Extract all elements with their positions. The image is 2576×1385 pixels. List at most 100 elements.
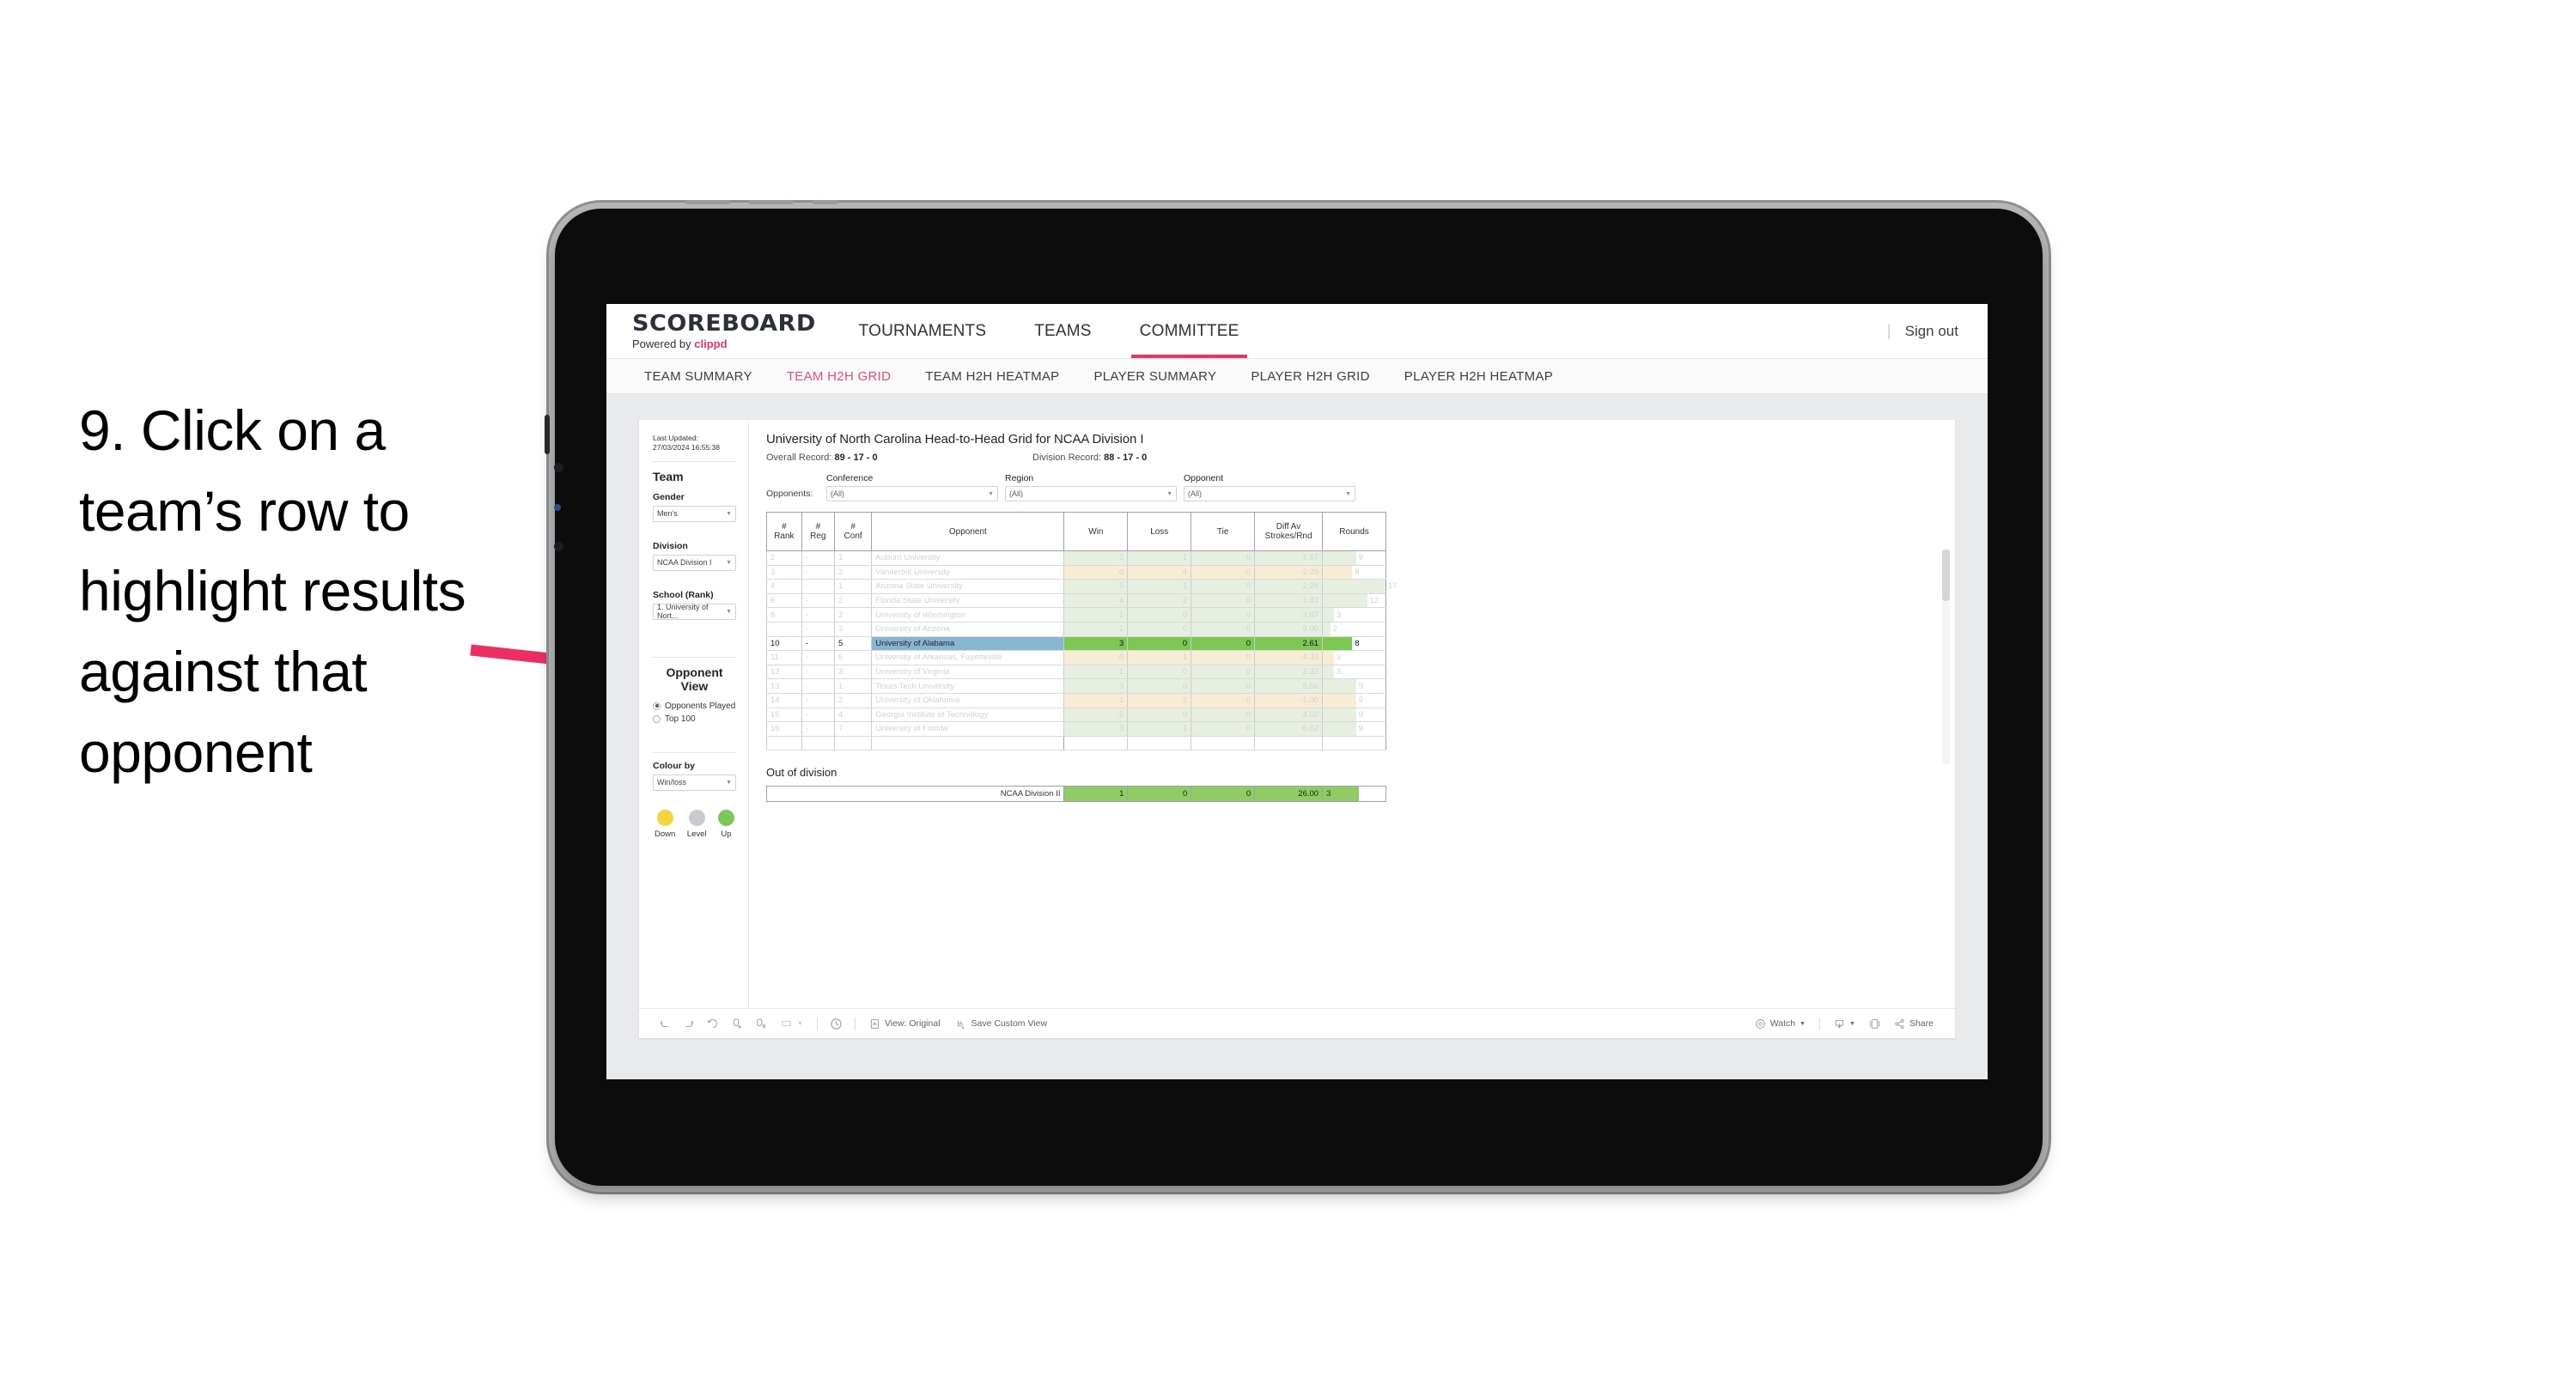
cell-rank: 6 (766, 593, 802, 609)
division-select[interactable]: NCAA Division I ▼ (653, 554, 736, 571)
cell-rounds: 8 (1322, 636, 1386, 652)
cell-loss: 4 (1127, 565, 1192, 580)
clock-history-icon[interactable] (824, 1017, 849, 1030)
conference-filter-select[interactable]: (All) ▼ (826, 486, 998, 501)
gender-select[interactable]: Men's ▼ (653, 505, 736, 522)
sidebar-divider-2 (653, 656, 736, 658)
device-side-button-1 (545, 415, 550, 454)
col-rank[interactable]: # Rank (766, 512, 802, 551)
table-row[interactable]: 2-1 Auburn University 2 1 0 1.67 9 (766, 550, 1386, 566)
region-filter-select[interactable]: (All) ▼ (1005, 486, 1177, 501)
cell-win: 4 (1063, 593, 1129, 609)
download-button[interactable]: ▼ (1826, 1018, 1863, 1030)
col-rounds[interactable]: Rounds (1322, 512, 1386, 551)
table-filler-row (766, 736, 1386, 751)
radio-top-100[interactable]: Top 100 (653, 714, 736, 724)
share-button[interactable]: Share (1886, 1018, 1941, 1030)
cell-opponent: Arizona State University (871, 579, 1065, 594)
device-layout-icon[interactable]: ▼ (773, 1017, 811, 1030)
subnav-player-h2h-grid[interactable]: PLAYER H2H GRID (1233, 369, 1386, 384)
conference-filter-value: (All) (831, 489, 844, 498)
cell-diff: -4.33 (1254, 650, 1324, 665)
cell-conf: 7 (833, 721, 873, 737)
nav-teams[interactable]: TEAMS (1010, 304, 1115, 358)
colour-by-select[interactable]: Win/loss ▼ (653, 774, 736, 791)
sidebar-divider-3 (653, 751, 736, 753)
table-row[interactable]: 14-2 University of Oklahoma 1 2 0 -1.00 9 (766, 693, 1386, 708)
cell-reg: - (801, 650, 835, 665)
cell-diff: 3.67 (1254, 607, 1324, 623)
col-opponent[interactable]: Opponent (871, 512, 1065, 551)
refresh-data-icon[interactable] (725, 1017, 749, 1030)
toolbar-divider-3 (1819, 1017, 1821, 1030)
nav-committee[interactable]: COMMITTEE (1116, 304, 1264, 358)
col-win[interactable]: Win (1063, 512, 1129, 551)
h2h-grid-body: 2-1 Auburn University 2 1 0 1.67 9 3-2 Vanderbil… (766, 550, 1398, 751)
nav-tournaments[interactable]: TOURNAMENTS (835, 304, 1011, 358)
signout-link[interactable]: Sign out (1905, 323, 1958, 340)
top-nav-items: TOURNAMENTS TEAMS COMMITTEE (835, 304, 1264, 358)
region-filter-label: Region (1005, 473, 1034, 483)
cell-win: 3 (1063, 721, 1129, 737)
col-diff[interactable]: Diff Av Strokes/Rnd (1254, 512, 1324, 551)
colour-by-value: Win/loss (657, 778, 687, 787)
cell-diff: 6.62 (1254, 721, 1324, 737)
grid-scrollbar-thumb[interactable] (1942, 550, 1950, 601)
opponent-filter-select[interactable]: (All) ▼ (1184, 486, 1355, 501)
table-row[interactable]: 4-1 Arizona State University 5 1 0 2.28 17 (766, 579, 1398, 594)
record-summary: Overall Record: 89 - 17 - 0 Division Rec… (766, 453, 1940, 463)
cell-win: 0 (1063, 565, 1129, 580)
table-row[interactable]: 12-3 University of Virginia 1 0 0 2.33 3 (766, 665, 1386, 680)
radio-opponents-played[interactable]: Opponents Played (653, 702, 736, 711)
cell-loss: 0 (1127, 622, 1192, 637)
subnav-player-h2h-heatmap[interactable]: PLAYER H2H HEATMAP (1387, 369, 1570, 384)
out-of-division-row[interactable]: NCAA Division II 1 0 0 26.00 3 (765, 786, 1386, 803)
fullscreen-icon[interactable] (1863, 1018, 1886, 1030)
cell-conf: 2 (833, 607, 873, 623)
revert-icon[interactable] (701, 1017, 725, 1030)
col-loss[interactable]: Loss (1127, 512, 1192, 551)
col-tie[interactable]: Tie (1191, 512, 1256, 551)
save-custom-view-button[interactable]: Save Custom View (948, 1018, 1056, 1030)
cell-diff: 2.61 (1254, 636, 1324, 652)
table-row[interactable]: -3 University of Arizona 1 0 0 9.00 2 (766, 622, 1386, 637)
cell-win: 1 (1063, 665, 1129, 680)
cell-opponent: Texas Tech University (871, 678, 1065, 694)
subnav-team-summary[interactable]: TEAM SUMMARY (627, 369, 770, 384)
subnav-team-h2h-heatmap[interactable]: TEAM H2H HEATMAP (908, 369, 1076, 384)
col-conf[interactable]: # Conf (833, 512, 873, 551)
cell-win: 1 (1063, 607, 1129, 623)
watch-button[interactable]: Watch ▼ (1747, 1018, 1813, 1030)
school-rank-label: School (Rank) (653, 589, 714, 600)
cell-opponent: University of Washington (871, 607, 1065, 623)
cell-tie: 0 (1191, 693, 1256, 708)
table-row[interactable]: 13-1 Texas Tech University 3 0 0 5.56 9 (766, 678, 1386, 694)
device-top-button-2 (749, 200, 794, 204)
school-rank-select[interactable]: 1. University of Nort... ▼ (653, 603, 736, 620)
cell-conf: 1 (833, 678, 873, 694)
col-reg[interactable]: # Reg (801, 512, 835, 551)
table-row[interactable]: 3-2 Vanderbilt University 0 4 0 -2.29 8 (766, 565, 1386, 580)
table-row[interactable]: 6-2 Florida State University 4 2 0 1.83 12 (766, 593, 1386, 609)
undo-icon[interactable] (653, 1017, 677, 1030)
subnav-player-summary[interactable]: PLAYER SUMMARY (1076, 369, 1233, 384)
table-row[interactable]: 11-6 University of Arkansas, Fayetteville… (766, 650, 1386, 665)
cell-reg: - (801, 665, 835, 680)
table-row[interactable]: 15-4 Georgia Institute of Technology 5 0 0 4.… (766, 708, 1386, 723)
cell-conf: 1 (833, 579, 873, 594)
cell-opponent: Georgia Institute of Technology (871, 708, 1065, 723)
chevron-down-icon: ▼ (726, 608, 732, 615)
redo-icon[interactable] (677, 1017, 701, 1030)
opponents-filter-label: Opponents: (766, 489, 813, 499)
table-row[interactable]: 8-2 University of Washington 1 0 0 3.67 3 (766, 607, 1386, 623)
view-original-button[interactable]: View: Original (862, 1018, 948, 1030)
device-mic (554, 542, 563, 551)
radio-top-100-label: Top 100 (665, 714, 696, 724)
pause-updates-icon[interactable] (749, 1017, 773, 1030)
scoreboard-logo[interactable]: SCOREBOARD Powered by clippd (606, 313, 835, 350)
subnav-team-h2h-grid[interactable]: TEAM H2H GRID (770, 369, 908, 384)
table-row[interactable]: 10-5 University of Alabama 3 0 0 2.61 8 (766, 636, 1386, 652)
table-row[interactable]: 16-7 University of Florida 3 1 0 6.62 9 (766, 721, 1386, 737)
cell-conf: 5 (833, 636, 873, 652)
cell-tie: 0 (1191, 565, 1256, 580)
